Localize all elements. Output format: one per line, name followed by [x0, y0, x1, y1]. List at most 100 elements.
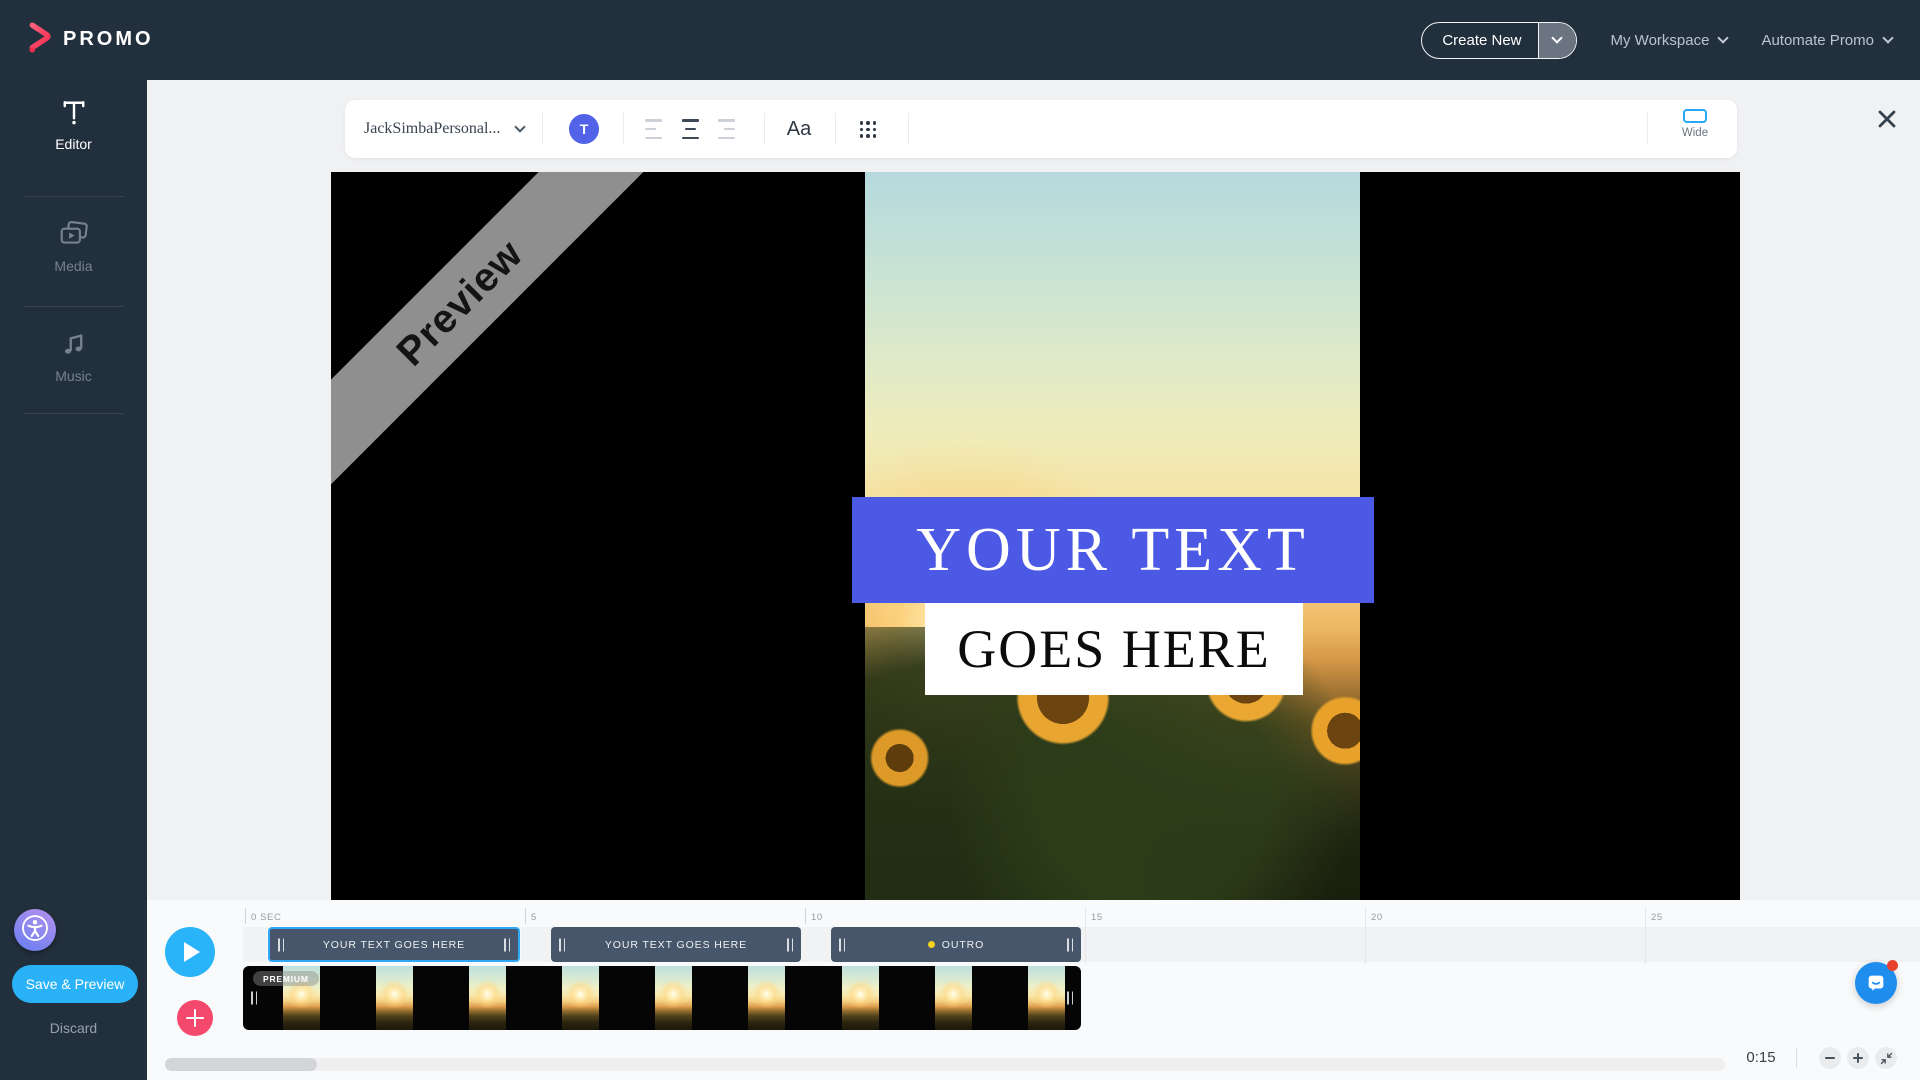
- promo-logo[interactable]: PROMO: [26, 20, 154, 58]
- filmstrip-thumbnails: [243, 966, 1081, 1030]
- media-icon: [0, 216, 147, 252]
- divider: [908, 113, 909, 145]
- clip-label: OUTRO: [928, 939, 984, 951]
- overlay-text-2: GOES HERE: [957, 618, 1271, 680]
- zoom-out-button[interactable]: [1819, 1047, 1841, 1069]
- ruler-label: 20: [1371, 912, 1383, 923]
- text-overlay-line2[interactable]: GOES HERE: [925, 603, 1303, 695]
- align-left-button[interactable]: [645, 119, 667, 139]
- timeline-scrollbar-thumb[interactable]: [165, 1058, 317, 1071]
- add-scene-button[interactable]: [177, 1000, 213, 1036]
- premium-badge: PREMIUM: [253, 971, 319, 986]
- discard-button[interactable]: Discard: [0, 1020, 147, 1036]
- automate-promo-label: Automate Promo: [1761, 32, 1874, 49]
- clip-trim-handle-right[interactable]: [504, 938, 510, 951]
- close-icon: [1874, 106, 1900, 132]
- duration-label: 0:15: [1732, 1047, 1790, 1069]
- timeline-scrollbar-track[interactable]: [165, 1058, 1725, 1071]
- text-tool-icon: [0, 94, 147, 130]
- ruler-tick: 20: [1365, 908, 1366, 964]
- sidebar-item-label: Editor: [0, 136, 147, 152]
- ruler-tick: 0 SEC: [245, 908, 246, 924]
- chevron-down-icon: [1718, 32, 1729, 43]
- chat-launcher-button[interactable]: [1855, 962, 1897, 1004]
- save-preview-button[interactable]: Save & Preview: [12, 965, 138, 1003]
- sidebar-item-label: Music: [0, 368, 147, 384]
- timeline-panel: 0 SEC 5 10 15 20 25 YOUR TEXT GOES HERE …: [147, 900, 1920, 1080]
- promo-logo-icon: [26, 20, 53, 58]
- timeline-outro-clip[interactable]: OUTRO: [831, 927, 1081, 962]
- layout-grid-button[interactable]: [855, 121, 881, 138]
- logo-text: PROMO: [63, 28, 154, 51]
- align-center-button[interactable]: [679, 119, 701, 139]
- ruler-label: 0 SEC: [251, 912, 281, 923]
- divider: [1647, 113, 1648, 145]
- accessibility-icon: [20, 913, 50, 948]
- chevron-down-icon: [515, 121, 526, 132]
- ruler-tick: 25: [1645, 908, 1646, 964]
- clip-trim-handle-right[interactable]: [1067, 938, 1073, 951]
- text-overlay-line1[interactable]: YOUR TEXT: [852, 497, 1374, 603]
- my-workspace-menu[interactable]: My Workspace: [1611, 32, 1728, 49]
- divider: [24, 196, 124, 197]
- wide-toggle[interactable]: Wide: [1663, 109, 1727, 139]
- app-root: PROMO Create New My Workspace Automate P…: [0, 0, 1920, 1080]
- divider: [835, 113, 836, 145]
- zoom-in-button[interactable]: [1847, 1047, 1869, 1069]
- music-icon: [0, 326, 147, 362]
- clip-label: YOUR TEXT GOES HERE: [605, 939, 747, 951]
- wide-label: Wide: [1682, 127, 1708, 139]
- divider: [623, 113, 624, 145]
- minus-icon: [1825, 1057, 1835, 1059]
- automate-promo-menu[interactable]: Automate Promo: [1761, 32, 1892, 49]
- video-track-filmstrip[interactable]: PREMIUM: [243, 966, 1081, 1030]
- ruler-tick: 5: [525, 908, 526, 924]
- ruler-tick: 10: [805, 908, 806, 924]
- divider: [24, 306, 124, 307]
- video-preview-canvas[interactable]: Preview YOUR TEXT GOES HERE: [331, 172, 1740, 900]
- text-editor-toolbar: JackSimbaPersonal... T Aa Wide: [345, 100, 1737, 158]
- create-new-button[interactable]: Create New: [1421, 22, 1576, 59]
- ruler-label: 15: [1091, 912, 1103, 923]
- font-size-label: Aa: [787, 118, 811, 141]
- font-family-dropdown[interactable]: JackSimbaPersonal...: [364, 100, 524, 158]
- clip-trim-handle-left[interactable]: [839, 938, 845, 951]
- accessibility-button[interactable]: [14, 909, 56, 951]
- divider: [24, 413, 124, 414]
- divider: [1796, 1048, 1797, 1068]
- ruler-label: 10: [811, 912, 823, 923]
- left-sidebar: Editor Media Music: [0, 80, 147, 1080]
- font-family-value: JackSimbaPersonal...: [364, 120, 500, 138]
- clip-trim-handle-left[interactable]: [278, 938, 284, 951]
- clip-trim-handle-right[interactable]: [787, 938, 793, 951]
- sidebar-item-music[interactable]: Music: [0, 326, 147, 384]
- ruler-tick: 15: [1085, 908, 1086, 964]
- text-style-label: T: [580, 121, 589, 137]
- discard-label: Discard: [50, 1020, 97, 1036]
- chevron-down-icon: [1882, 32, 1893, 43]
- clip-trim-handle-left[interactable]: [559, 938, 565, 951]
- divider: [542, 113, 543, 145]
- play-button[interactable]: [165, 927, 215, 977]
- outro-dot-icon: [928, 941, 935, 948]
- overlay-text-1: YOUR TEXT: [916, 515, 1309, 586]
- close-button[interactable]: [1874, 106, 1900, 132]
- save-preview-label: Save & Preview: [26, 976, 125, 992]
- timeline-text-clip-1[interactable]: YOUR TEXT GOES HERE: [268, 927, 520, 962]
- filmstrip-trim-handle-right[interactable]: [1067, 992, 1073, 1005]
- create-new-dropdown[interactable]: [1538, 23, 1576, 58]
- filmstrip-trim-handle-left[interactable]: [251, 992, 257, 1005]
- font-size-button[interactable]: Aa: [783, 100, 815, 158]
- collapse-arrows-icon: [1880, 1052, 1893, 1065]
- notification-dot: [1887, 960, 1898, 971]
- chevron-down-icon: [1551, 32, 1562, 43]
- timeline-text-clip-2[interactable]: YOUR TEXT GOES HERE: [551, 927, 801, 962]
- text-style-button[interactable]: T: [569, 114, 599, 144]
- create-new-label[interactable]: Create New: [1422, 23, 1537, 58]
- align-right-button[interactable]: [713, 119, 735, 139]
- preview-ribbon-label: Preview: [388, 231, 532, 375]
- sidebar-item-editor[interactable]: Editor: [0, 94, 147, 152]
- sidebar-item-media[interactable]: Media: [0, 216, 147, 274]
- fit-timeline-button[interactable]: [1875, 1047, 1897, 1069]
- divider: [764, 113, 765, 145]
